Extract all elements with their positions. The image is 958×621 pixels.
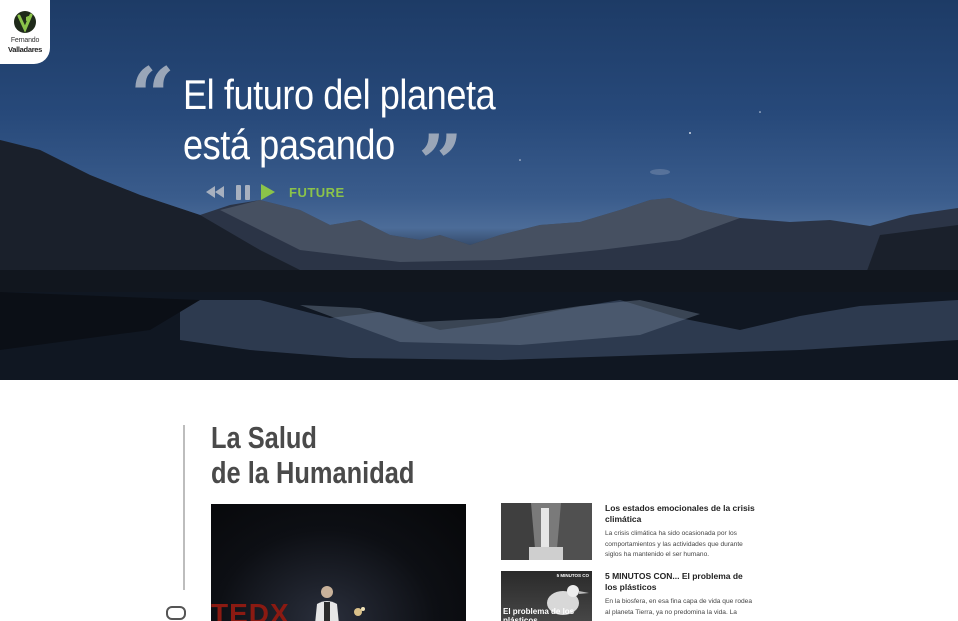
article-title[interactable]: Los estados emocionales de la crisis cli… (605, 503, 757, 525)
section-divider-line (183, 425, 185, 590)
future-label[interactable]: FUTURE (289, 185, 345, 200)
site-logo[interactable]: Fernando Valladares (0, 0, 50, 64)
slider-controls: FUTURE (205, 184, 345, 200)
article-thumbnail[interactable]: 5 MINUTOS CO El problema de los plástico… (501, 571, 592, 621)
leaf-v-logo-icon (14, 11, 36, 33)
speaker-figure (315, 586, 365, 621)
pause-icon[interactable] (235, 184, 251, 200)
section-title-line-2: de la Humanidad (211, 455, 415, 490)
article-card[interactable]: Los estados emocionales de la crisis cli… (501, 503, 761, 563)
article-title[interactable]: 5 MINUTOS CON... El problema de los plás… (605, 571, 757, 593)
article-card[interactable]: 5 MINUTOS CO El problema de los plástico… (501, 571, 761, 621)
article-excerpt: En la biosfera, en esa fina capa de vida… (605, 598, 752, 616)
play-icon[interactable] (261, 184, 275, 200)
section-title-line-1: La Salud (211, 420, 317, 455)
logo-name-first: Fernando (10, 37, 40, 44)
thumbnail-caption: El problema de los plásticos (503, 607, 575, 621)
article-excerpt: La crisis climática ha sido ocasionada p… (605, 530, 743, 558)
rewind-icon[interactable] (205, 185, 225, 199)
hero-title-line-1: El futuro del planeta (183, 71, 496, 118)
close-quote-mark: ” (418, 118, 463, 209)
hero-banner: Fernando Valladares “ El futuro del plan… (0, 0, 958, 380)
article-thumbnail[interactable] (501, 503, 592, 560)
ted-talk-video[interactable]: TEDX (211, 504, 466, 621)
open-quote-mark: “ (130, 51, 175, 142)
waterfall-image (501, 503, 592, 560)
tedx-stage-text: TEDX (211, 598, 290, 621)
logo-name-last: Valladares (7, 45, 43, 54)
section-title: La Salud de la Humanidad (211, 420, 414, 490)
scroll-mouse-icon[interactable] (166, 606, 186, 620)
